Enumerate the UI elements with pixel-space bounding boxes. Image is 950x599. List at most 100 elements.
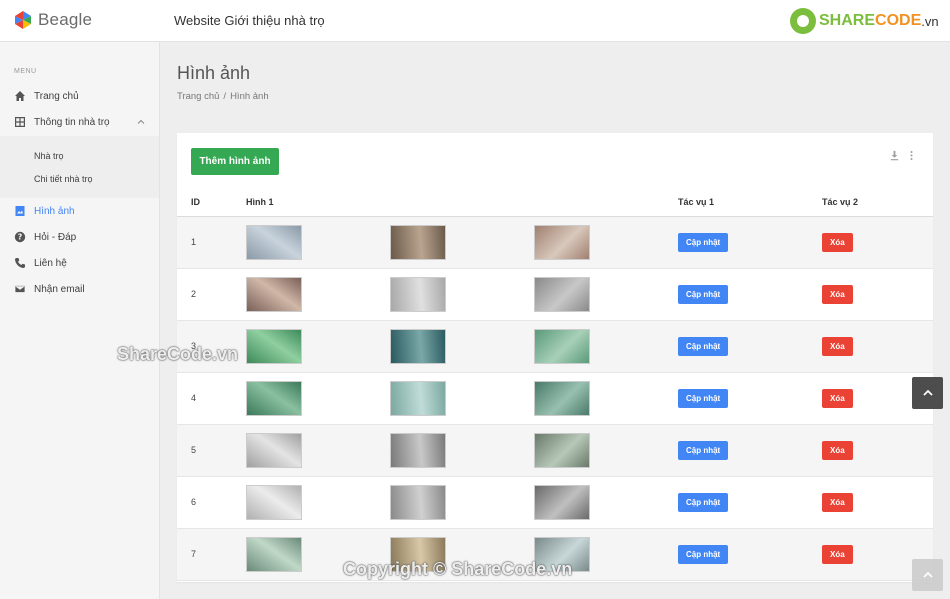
cell-action-update: Cập nhật: [678, 216, 822, 269]
cell-image-1: [246, 424, 390, 477]
cell-image-1: [246, 476, 390, 529]
more-vert-icon[interactable]: [906, 150, 917, 161]
delete-button[interactable]: Xóa: [822, 336, 853, 356]
delete-button[interactable]: Xóa: [822, 388, 853, 408]
sidebar-item-label: Liên hệ: [34, 257, 67, 269]
col-header-act2[interactable]: Tác vụ 2: [822, 189, 933, 217]
cell-image-2: [390, 320, 534, 373]
submenu-thong-tin: Nhà trọ Chi tiết nhà trọ: [0, 136, 159, 198]
room-photo-thumbnail[interactable]: [390, 432, 446, 468]
col-header-act1[interactable]: Tác vụ 1: [678, 189, 822, 217]
room-photo-thumbnail[interactable]: [246, 536, 302, 572]
sidebar-item-thong-tin-nha-tro[interactable]: Thông tin nhà trọ: [0, 109, 159, 135]
chevron-up-icon: [922, 571, 933, 578]
table-row: 3 Cập nhật Xóa: [177, 320, 933, 373]
col-header-img3[interactable]: [534, 189, 678, 217]
room-photo-thumbnail[interactable]: [390, 380, 446, 416]
delete-button[interactable]: Xóa: [822, 440, 853, 460]
room-photo-thumbnail[interactable]: [246, 432, 302, 468]
cell-id: 6: [177, 476, 246, 529]
cell-action-delete: Xóa: [822, 424, 933, 477]
brand-name: Beagle: [38, 10, 93, 29]
card-tools: [889, 150, 917, 161]
sidebar-item-label: Nhận email: [34, 283, 85, 295]
logo-share-text: SHARE: [819, 12, 876, 29]
chevron-up-icon: [137, 119, 145, 124]
chevron-up-icon: [922, 389, 933, 396]
sidebar-item-hinh-anh[interactable]: Hình ảnh: [0, 198, 159, 224]
cell-image-1: [246, 372, 390, 425]
col-header-img2[interactable]: [390, 189, 534, 217]
submenu-item-nha-tro[interactable]: Nhà trọ: [34, 151, 64, 161]
download-icon[interactable]: [889, 150, 900, 161]
delete-button[interactable]: Xóa: [822, 284, 853, 304]
room-photo-thumbnail[interactable]: [534, 224, 590, 260]
room-photo-thumbnail[interactable]: [534, 432, 590, 468]
sidebar-item-label: Thông tin nhà trọ: [34, 116, 110, 128]
breadcrumb-home[interactable]: Trang chủ: [177, 91, 219, 102]
room-photo-thumbnail[interactable]: [390, 484, 446, 520]
table-row: 4 Cập nhật Xóa: [177, 372, 933, 425]
room-photo-thumbnail[interactable]: [534, 328, 590, 364]
cell-image-1: [246, 320, 390, 373]
room-photo-thumbnail[interactable]: [534, 380, 590, 416]
cell-image-3: [534, 424, 678, 477]
update-button[interactable]: Cập nhật: [678, 388, 729, 408]
room-photo-thumbnail[interactable]: [246, 224, 302, 260]
brand[interactable]: Beagle: [13, 10, 92, 30]
images-card: Thêm hình ảnh ID Hình 1 Tác vụ 1 Tác vụ …: [177, 133, 933, 582]
room-photo-thumbnail[interactable]: [390, 224, 446, 260]
cell-action-update: Cập nhật: [678, 372, 822, 425]
col-header-img1[interactable]: Hình 1: [246, 189, 390, 217]
cell-image-2: [390, 372, 534, 425]
update-button[interactable]: Cập nhật: [678, 232, 729, 252]
delete-button[interactable]: Xóa: [822, 232, 853, 252]
cell-image-3: [534, 320, 678, 373]
image-icon: [15, 206, 25, 216]
cell-image-2: [390, 268, 534, 321]
cell-action-delete: Xóa: [822, 268, 933, 321]
update-button[interactable]: Cập nhật: [678, 492, 729, 512]
submenu-item-chi-tiet-nha-tro[interactable]: Chi tiết nhà trọ: [34, 174, 93, 184]
watermark-bottom: Copyright © ShareCode.vn: [343, 559, 573, 579]
sidebar: MENU Trang chủ Thông tin nhà trọ Nhà trọ…: [0, 42, 160, 599]
sidebar-item-trang-chu[interactable]: Trang chủ: [0, 83, 159, 109]
room-photo-thumbnail[interactable]: [246, 484, 302, 520]
room-photo-thumbnail[interactable]: [246, 380, 302, 416]
room-photo-thumbnail[interactable]: [390, 276, 446, 312]
scroll-top-button-secondary[interactable]: [912, 559, 943, 591]
cell-id: 2: [177, 268, 246, 321]
room-photo-thumbnail[interactable]: [246, 276, 302, 312]
update-button[interactable]: Cập nhật: [678, 336, 729, 356]
delete-button[interactable]: Xóa: [822, 492, 853, 512]
cell-id: 4: [177, 372, 246, 425]
logo-code-text: CODE: [875, 12, 922, 29]
delete-button[interactable]: Xóa: [822, 544, 853, 564]
cell-image-2: [390, 216, 534, 269]
phone-icon: [15, 258, 25, 268]
col-header-id[interactable]: ID: [177, 189, 246, 217]
cell-id: 5: [177, 424, 246, 477]
update-button[interactable]: Cập nhật: [678, 544, 729, 564]
scroll-top-button[interactable]: [912, 377, 943, 409]
page-title: Hình ảnh: [177, 63, 251, 83]
sidebar-item-hoi-dap[interactable]: ? Hỏi - Đáp: [0, 224, 159, 250]
cell-action-delete: Xóa: [822, 320, 933, 373]
sidebar-item-label: Hỏi - Đáp: [34, 231, 77, 243]
cell-action-update: Cập nhật: [678, 268, 822, 321]
sidebar-item-lien-he[interactable]: Liên hệ: [0, 250, 159, 276]
add-image-button[interactable]: Thêm hình ảnh: [191, 148, 279, 175]
room-photo-thumbnail[interactable]: [390, 328, 446, 364]
room-photo-thumbnail[interactable]: [246, 328, 302, 364]
images-table: ID Hình 1 Tác vụ 1 Tác vụ 2 1 Cập nhật Xóa…: [177, 189, 933, 581]
room-photo-thumbnail[interactable]: [534, 276, 590, 312]
breadcrumb-current: Hình ảnh: [230, 91, 269, 102]
update-button[interactable]: Cập nhật: [678, 440, 729, 460]
menu-label: MENU: [14, 68, 37, 75]
update-button[interactable]: Cập nhật: [678, 284, 729, 304]
sidebar-item-nhan-email[interactable]: Nhận email: [0, 276, 159, 302]
cell-image-3: [534, 372, 678, 425]
cell-action-update: Cập nhật: [678, 476, 822, 529]
top-bar: Beagle Website Giới thiệu nhà trọ SHARE C…: [0, 0, 950, 42]
room-photo-thumbnail[interactable]: [534, 484, 590, 520]
